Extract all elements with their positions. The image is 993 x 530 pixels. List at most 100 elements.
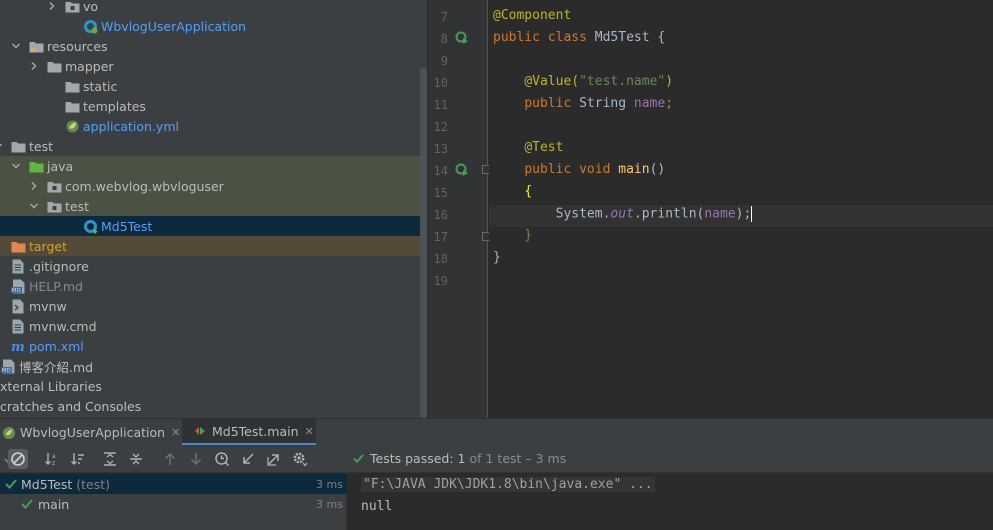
text-file-icon <box>10 318 26 334</box>
console-output[interactable]: "F:\JAVA JDK\JDK1.8\bin\java.exe" ... nu… <box>348 474 993 530</box>
chevron-right-icon[interactable] <box>46 0 58 16</box>
test-result-method[interactable]: main 3 ms <box>0 494 347 514</box>
tree-item[interactable]: mvnw.cmd <box>0 316 427 336</box>
expand-all-button[interactable] <box>100 449 120 469</box>
string-literal: "test.name" <box>579 74 666 89</box>
sort-by-duration-button[interactable] <box>68 449 88 469</box>
tree-item[interactable]: Md5Test <box>0 216 427 236</box>
tree-item[interactable]: cratches and Consoles <box>0 396 427 416</box>
annotation-value-close: ) <box>665 74 674 89</box>
tree-item[interactable]: java <box>0 156 427 176</box>
println-call: .println( <box>633 206 705 222</box>
static-field-out: out <box>610 206 634 222</box>
project-tree-scrollbar[interactable] <box>420 68 427 418</box>
keyword-class: class <box>547 30 587 45</box>
check-icon <box>21 499 33 509</box>
sort-alpha-icon: az <box>45 453 56 467</box>
tree-item[interactable]: vo <box>0 0 427 16</box>
test-method-name: main <box>38 496 70 512</box>
tree-item-label: mapper <box>65 58 114 74</box>
code-line-15: { <box>493 184 532 199</box>
line-number: 13 <box>433 142 448 156</box>
tree-item[interactable]: application.yml <box>0 116 427 136</box>
console-command-line[interactable]: "F:\JAVA JDK\JDK1.8\bin\java.exe" ... <box>361 477 655 492</box>
previous-failed-button[interactable] <box>160 449 180 469</box>
keyword-public: public <box>493 30 540 45</box>
test-source-folder-icon <box>28 158 44 174</box>
line-number: 18 <box>433 252 448 266</box>
text-caret <box>751 206 753 222</box>
tree-item[interactable]: test <box>0 136 427 156</box>
tab-md5test-main[interactable]: Md5Test.main ✕ <box>182 419 316 446</box>
tree-item[interactable]: xternal Libraries <box>0 376 427 396</box>
tree-item-label: test <box>65 198 90 214</box>
code-line-14: public void main() <box>493 162 665 177</box>
keyword-void: void <box>579 162 611 177</box>
close-icon[interactable]: ✕ <box>171 426 180 439</box>
tests-passed-label: Tests passed: <box>370 451 454 466</box>
line-number: 15 <box>433 186 448 200</box>
text-file-icon <box>10 258 26 274</box>
close-icon[interactable]: ✕ <box>305 425 314 438</box>
chevron-down-icon[interactable] <box>10 36 22 56</box>
chevron-down-icon[interactable] <box>0 136 4 156</box>
show-ignored-button[interactable] <box>8 449 28 469</box>
tree-item[interactable]: MD HELP.md <box>0 276 427 296</box>
test-history-button[interactable] <box>212 449 232 469</box>
code-line-7: @Component <box>493 8 571 23</box>
tree-item[interactable]: static <box>0 76 427 96</box>
chevron-down-icon[interactable] <box>28 196 40 216</box>
tree-item[interactable]: target <box>0 236 427 256</box>
semicolon: ; <box>665 96 674 111</box>
folder-icon <box>46 58 62 74</box>
tree-item[interactable]: resources <box>0 36 427 56</box>
keyword-public: public <box>524 162 572 177</box>
history-icon <box>215 452 230 467</box>
tab-wbvlog-user-application[interactable]: WbvlogUserApplication ✕ <box>2 419 180 446</box>
run-class-gutter-icon[interactable] <box>455 31 469 48</box>
import-tests-button[interactable] <box>238 449 258 469</box>
line-number: 17 <box>433 230 448 244</box>
tree-item[interactable]: test <box>0 196 427 216</box>
line-number: 11 <box>433 98 448 112</box>
tree-item-label: java <box>47 158 74 174</box>
collapse-all-button[interactable] <box>126 449 146 469</box>
test-class-name: Md5Test <box>21 476 73 492</box>
tree-item[interactable]: .gitignore <box>0 256 427 276</box>
test-duration: 3 ms <box>316 497 343 511</box>
tree-item-label: com.webvlog.wbvloguser <box>65 178 224 194</box>
export-tests-button[interactable] <box>264 449 284 469</box>
next-failed-button[interactable] <box>186 449 206 469</box>
tree-item[interactable]: mvnw <box>0 296 427 316</box>
tree-item[interactable]: MD 博客介紹.md <box>0 356 427 376</box>
chevron-down-icon[interactable] <box>10 156 22 176</box>
tree-item[interactable]: mapper <box>0 56 427 76</box>
line-number: 14 <box>433 164 448 178</box>
tree-item[interactable]: templates <box>0 96 427 116</box>
annotation-component: @Component <box>493 8 572 23</box>
chevron-right-icon[interactable] <box>28 176 40 196</box>
test-result-class[interactable]: Md5Test (test) 3 ms <box>0 474 347 494</box>
tree-item[interactable]: com.webvlog.wbvloguser <box>0 176 427 196</box>
code-line-13: @Test <box>493 140 563 155</box>
code-editor[interactable]: @Component public class Md5Test { @Value… <box>489 0 993 418</box>
import-icon <box>243 453 254 464</box>
code-line-18: } <box>493 250 501 265</box>
check-icon <box>353 454 364 464</box>
package-folder-icon <box>46 198 62 214</box>
chevron-right-icon[interactable] <box>28 56 40 76</box>
sort-alphabetically-button[interactable]: az <box>42 449 62 469</box>
call-close: ); <box>735 206 752 222</box>
tree-item[interactable]: m pom.xml <box>0 336 427 356</box>
tree-item-label: application.yml <box>83 118 179 134</box>
shell-file-icon <box>10 298 26 314</box>
markdown-file-icon: MD <box>10 278 26 294</box>
svg-text:m: m <box>11 340 25 353</box>
tree-item-label: mvnw <box>29 298 67 314</box>
svg-text:MD: MD <box>1 368 10 374</box>
field-name: name <box>633 96 666 111</box>
tree-item[interactable]: WbvlogUserApplication <box>0 16 427 36</box>
test-run-icon <box>194 425 206 437</box>
settings-button[interactable] <box>290 449 310 469</box>
run-test-gutter-icon[interactable] <box>455 163 469 180</box>
